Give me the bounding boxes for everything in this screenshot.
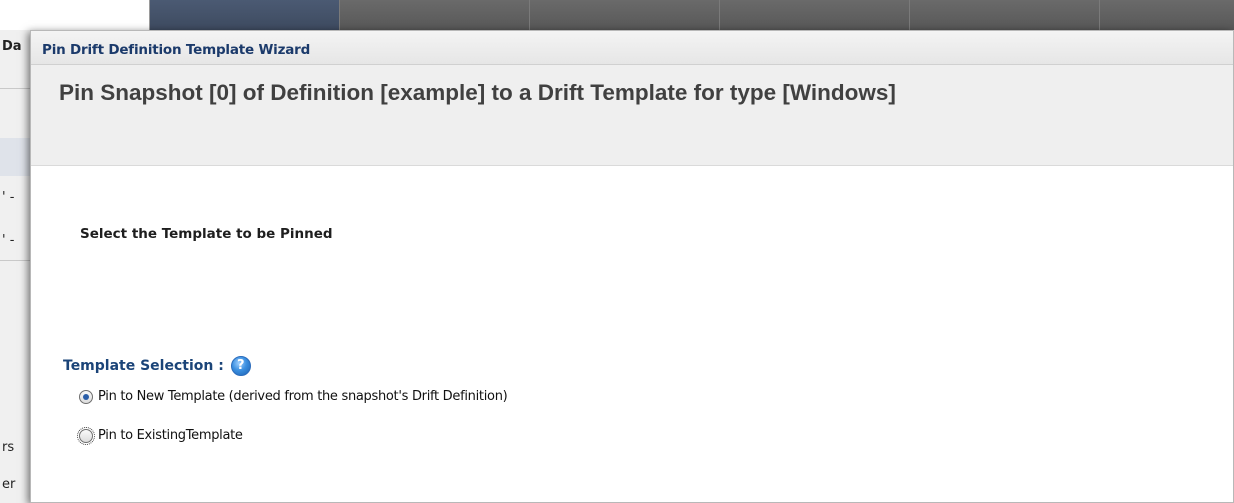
wizard-header-title: Pin Snapshot [0] of Definition [example]… <box>59 80 896 105</box>
background-tab <box>530 0 720 30</box>
background-tab-active <box>150 0 340 30</box>
radio-pin-new-template[interactable]: Pin to New Template (derived from the sn… <box>79 389 508 404</box>
background-tab-strip <box>0 0 1234 30</box>
radio-pin-new-template-label[interactable]: Pin to New Template (derived from the sn… <box>98 389 508 404</box>
radio-button-unchecked[interactable] <box>77 426 95 445</box>
dialog-title-bar[interactable]: Pin Drift Definition Template Wizard <box>31 31 1233 65</box>
background-tab <box>910 0 1100 30</box>
template-selection-label: Template Selection : ? <box>63 356 251 376</box>
radio-pin-existing-template[interactable]: Pin to ExistingTemplate <box>77 426 243 445</box>
background-tab <box>1100 0 1234 30</box>
wizard-dialog: Pin Drift Definition Template Wizard Pin… <box>30 30 1234 503</box>
background-tab <box>0 0 150 30</box>
wizard-content: Select the Template to be Pinned Templat… <box>31 166 1233 502</box>
wizard-header: Pin Snapshot [0] of Definition [example]… <box>31 65 1233 166</box>
dialog-title: Pin Drift Definition Template Wizard <box>42 42 311 58</box>
background-tab <box>340 0 530 30</box>
step-label: Select the Template to be Pinned <box>80 226 333 242</box>
radio-pin-existing-template-label[interactable]: Pin to ExistingTemplate <box>98 428 243 443</box>
template-selection-label-text: Template Selection : <box>63 358 224 374</box>
background-tab <box>720 0 910 30</box>
help-icon[interactable]: ? <box>230 356 251 376</box>
radio-button-checked[interactable] <box>79 389 93 404</box>
